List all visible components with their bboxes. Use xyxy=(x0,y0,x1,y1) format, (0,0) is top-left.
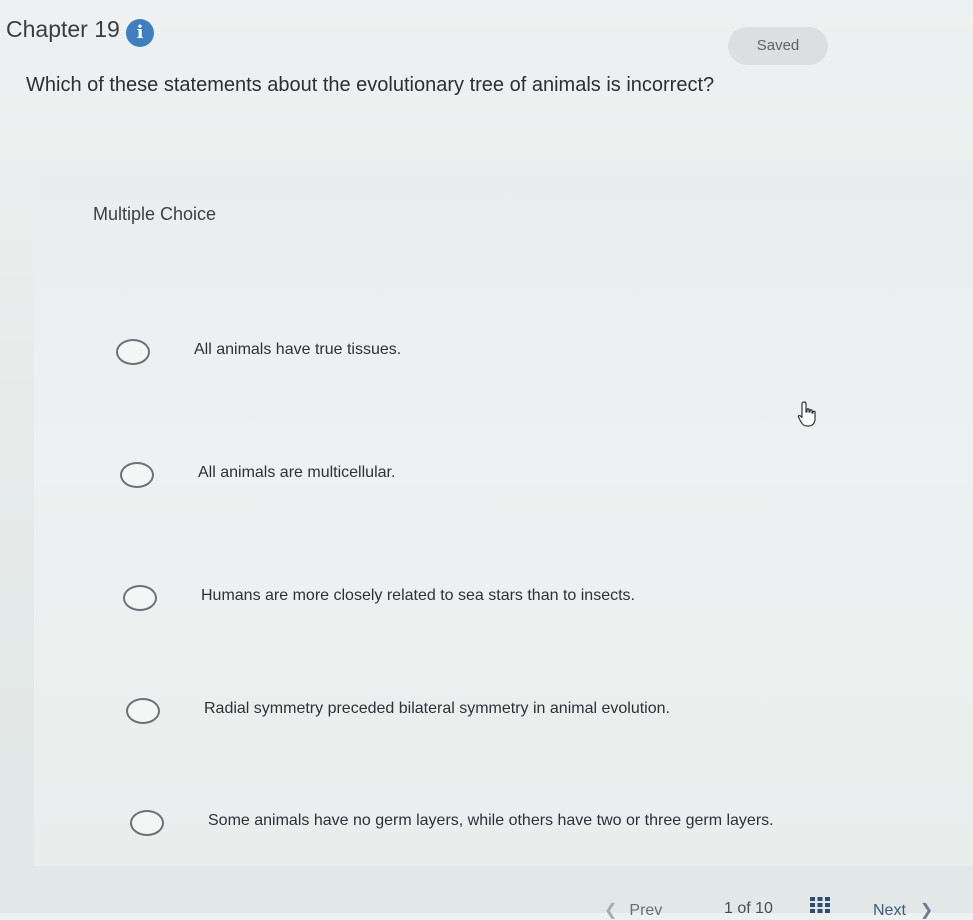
answer-option-label: Humans are more closely related to sea s… xyxy=(201,587,635,604)
answer-option-1[interactable]: All animals have true tissues. xyxy=(116,337,446,377)
prev-label: Prev xyxy=(629,902,663,919)
multiple-choice-panel xyxy=(34,176,973,866)
hand-pointer-icon xyxy=(797,401,816,427)
prev-button[interactable]: ❮ Prev xyxy=(604,900,662,920)
footer-navigation: ❮ Prev 1 of 10 Next ❯ xyxy=(0,880,973,919)
header: Chapter 19 i Saved xyxy=(0,0,973,70)
question-text: Which of these statements about the evol… xyxy=(26,74,715,96)
page-indicator: 1 of 10 xyxy=(724,900,773,917)
radio-button[interactable] xyxy=(120,462,154,488)
answer-option-4[interactable]: Radial symmetry preceded bilateral symme… xyxy=(126,696,736,736)
radio-button[interactable] xyxy=(126,698,160,724)
answer-option-label: All animals have true tissues. xyxy=(194,341,402,358)
answer-option-2[interactable]: All animals are multicellular. xyxy=(120,460,450,500)
info-icon[interactable]: i xyxy=(126,19,154,47)
answer-option-3[interactable]: Humans are more closely related to sea s… xyxy=(123,583,703,623)
chevron-left-icon: ❮ xyxy=(604,902,618,919)
next-button[interactable]: Next ❯ xyxy=(873,900,933,920)
radio-button[interactable] xyxy=(123,585,157,611)
chapter-title: Chapter 19 xyxy=(6,16,120,42)
answer-option-label: Some animals have no germ layers, while … xyxy=(208,812,774,829)
answer-option-label: All animals are multicellular. xyxy=(198,464,396,481)
saved-status-badge: Saved xyxy=(728,27,828,65)
grid-icon[interactable] xyxy=(810,897,830,913)
chevron-right-icon: ❯ xyxy=(919,902,934,919)
question-type-label: Multiple Choice xyxy=(93,204,217,224)
answer-option-label: Radial symmetry preceded bilateral symme… xyxy=(204,700,670,717)
answer-option-5[interactable]: Some animals have no germ layers, while … xyxy=(130,808,830,848)
next-label: Next xyxy=(873,902,906,919)
radio-button[interactable] xyxy=(116,339,150,365)
radio-button[interactable] xyxy=(130,810,164,836)
